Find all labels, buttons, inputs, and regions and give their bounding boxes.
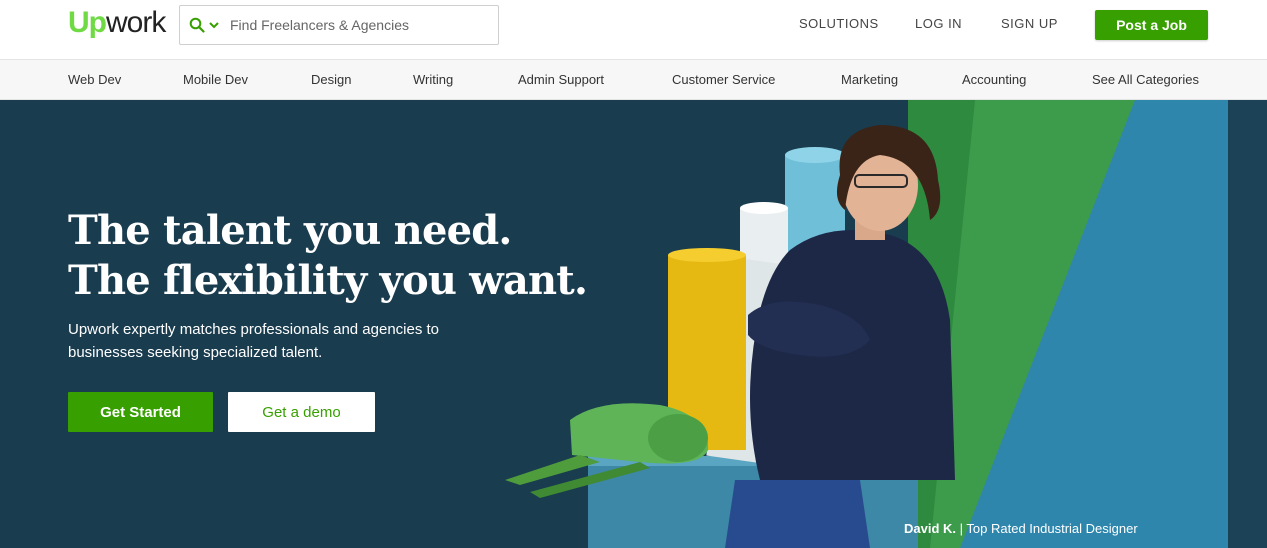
figure-torso [750, 230, 955, 480]
logo-work-text: work [106, 6, 166, 39]
hero-section: The talent you need. The flexibility you… [0, 100, 1267, 548]
search-bar [179, 5, 499, 45]
category-admin-support[interactable]: Admin Support [518, 72, 604, 87]
caption-separator: | [959, 521, 964, 536]
search-input[interactable] [230, 17, 480, 33]
freelancer-caption: David K. | Top Rated Industrial Designer [904, 521, 1138, 536]
caption-title: Top Rated Industrial Designer [966, 521, 1138, 536]
headline-line-2: The flexibility you want. [68, 257, 588, 304]
category-design[interactable]: Design [311, 72, 351, 87]
category-mobile-dev[interactable]: Mobile Dev [183, 72, 248, 87]
category-accounting[interactable]: Accounting [962, 72, 1026, 87]
nav-solutions[interactable]: SOLUTIONS [799, 16, 879, 31]
headline-line-1: The talent you need. [68, 207, 512, 254]
green-curl-end [648, 414, 708, 462]
category-writing[interactable]: Writing [413, 72, 453, 87]
upwork-logo[interactable]: Up work [68, 6, 166, 46]
yellow-roll-top [668, 248, 746, 262]
blue-roll-top [785, 147, 845, 163]
hero-headline: The talent you need. The flexibility you… [68, 206, 588, 306]
logo-up-text: Up [68, 6, 107, 39]
white-roll-top [740, 202, 788, 214]
get-started-button[interactable]: Get Started [68, 392, 213, 432]
category-marketing[interactable]: Marketing [841, 72, 898, 87]
category-see-all[interactable]: See All Categories [1092, 72, 1199, 87]
figure-legs [725, 480, 870, 548]
category-nav: Web Dev Mobile Dev Design Writing Admin … [0, 60, 1267, 100]
chevron-down-icon[interactable] [208, 19, 220, 31]
nav-login[interactable]: LOG IN [915, 16, 962, 31]
caption-name: David K. [904, 521, 957, 536]
category-customer-service[interactable]: Customer Service [672, 72, 775, 87]
site-header: Upwork SOLUTIONS LOG IN SIGN UP Post a J… [0, 0, 1267, 60]
category-web-dev[interactable]: Web Dev [68, 72, 121, 87]
backdrop-dark-edge [1228, 100, 1267, 548]
post-job-button[interactable]: Post a Job [1095, 10, 1208, 40]
nav-signup[interactable]: SIGN UP [1001, 16, 1058, 31]
get-demo-button[interactable]: Get a demo [228, 392, 375, 432]
hero-subtext: Upwork expertly matches professionals an… [68, 321, 440, 361]
search-icon[interactable] [189, 17, 205, 33]
